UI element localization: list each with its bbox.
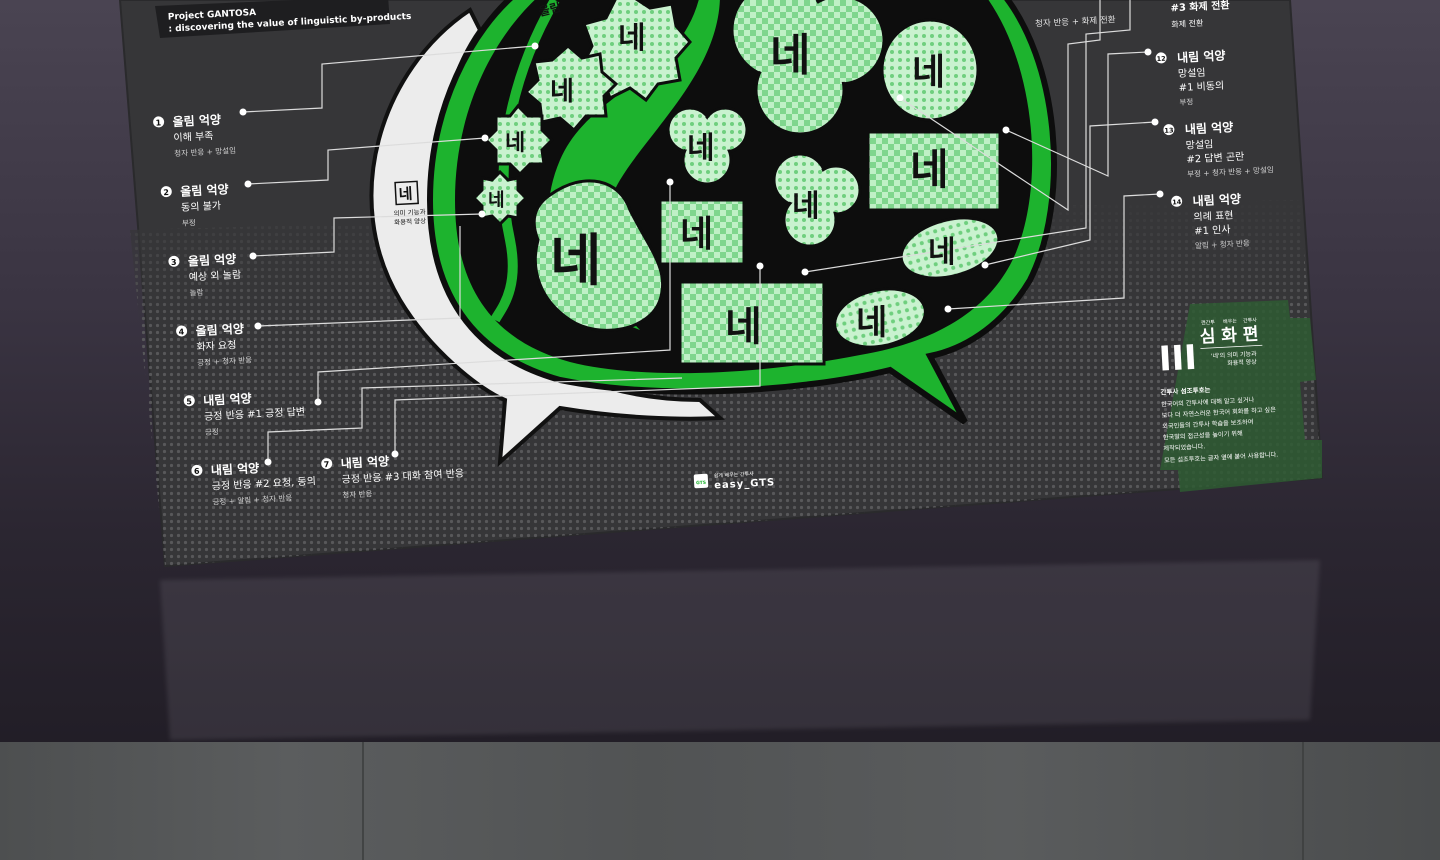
glyph-text: 네 [550, 229, 602, 294]
series-kicker: 깬간투 [1201, 319, 1216, 327]
glyph-text: 네 [550, 77, 574, 107]
item-number: 13 [1164, 126, 1173, 134]
poster: 네 네 네 네 네 네 네 네 네 네 네 네 네 네 올림 Project G… [118, 0, 1324, 568]
item-title: 내림 억양 [340, 453, 389, 471]
item-note: 부정 [182, 217, 196, 228]
item-title: 내림 억양 [211, 460, 260, 478]
item-sub: 의례 표현 [1193, 209, 1234, 223]
item-sub: 동의 불가 [181, 200, 222, 214]
item-title: 내림 억양 [1177, 48, 1226, 66]
item-note: 청자 반응 [342, 489, 373, 500]
item-title: 올림 억양 [188, 251, 237, 269]
item-number: 2 [163, 188, 169, 197]
item-note: 놀람 [189, 288, 203, 298]
item-number: 4 [178, 327, 184, 336]
item-sub2: #1 인사 [1194, 224, 1231, 238]
item-number: 3 [171, 258, 177, 267]
item-title: 내림 억양 [203, 390, 252, 408]
glyph-text: 네 [725, 304, 762, 350]
glyph-text: 네 [910, 145, 949, 194]
series-kicker: 배우는 [1223, 318, 1238, 326]
series-roman: III [1158, 338, 1198, 380]
item-note: 긍정 [205, 426, 219, 437]
center-caption-line1: 의미 기능과 [393, 207, 425, 218]
item-note: 화제 전환 [1171, 18, 1204, 30]
glyph-text: 네 [856, 303, 887, 343]
item-note: 부정 [1179, 96, 1193, 107]
item-title: 올림 억양 [195, 321, 244, 339]
series-caption: 화용적 양상 [1227, 358, 1257, 368]
brand-badge: GTS [696, 480, 706, 487]
glyph-text: 네 [912, 52, 945, 93]
floor-seam [362, 742, 364, 860]
glyph-text: 네 [792, 189, 820, 224]
item-title: 올림 억양 [180, 181, 229, 199]
item-number: 1 [155, 118, 161, 127]
item-number: 14 [1172, 198, 1182, 206]
item-title: 올림 억양 [172, 112, 221, 130]
item-number: 12 [1156, 55, 1165, 63]
glyph-text: 네 [928, 235, 956, 270]
center-caption-line2: 화용적 양상 [394, 216, 426, 227]
center-label: 네 [398, 185, 413, 204]
series-title: 심 화 편 [1199, 324, 1259, 347]
item-title: 내림 억양 [1185, 119, 1234, 137]
item-sub2: #1 비동의 [1178, 80, 1224, 94]
item-title: 내림 억양 [1192, 191, 1241, 209]
glyph-text: 네 [770, 30, 810, 81]
glyph-text: 네 [680, 214, 713, 255]
glyph-text: 네 [505, 131, 525, 156]
item-number: 5 [186, 397, 192, 406]
glyph-text: 네 [687, 131, 715, 166]
concrete-floor [0, 742, 1440, 860]
scene-background: 네 네 네 네 네 네 네 네 네 네 네 네 네 네 올림 Project G… [0, 0, 1440, 860]
item-number: 7 [324, 460, 330, 469]
glyph-text: 네 [618, 21, 646, 56]
glyph-text: 네 [488, 190, 505, 211]
series-kicker: 간투사 [1243, 317, 1258, 325]
item-number: 6 [194, 467, 200, 476]
item-sub: 화자 요청 [196, 339, 237, 353]
floor-seam [1302, 742, 1304, 860]
